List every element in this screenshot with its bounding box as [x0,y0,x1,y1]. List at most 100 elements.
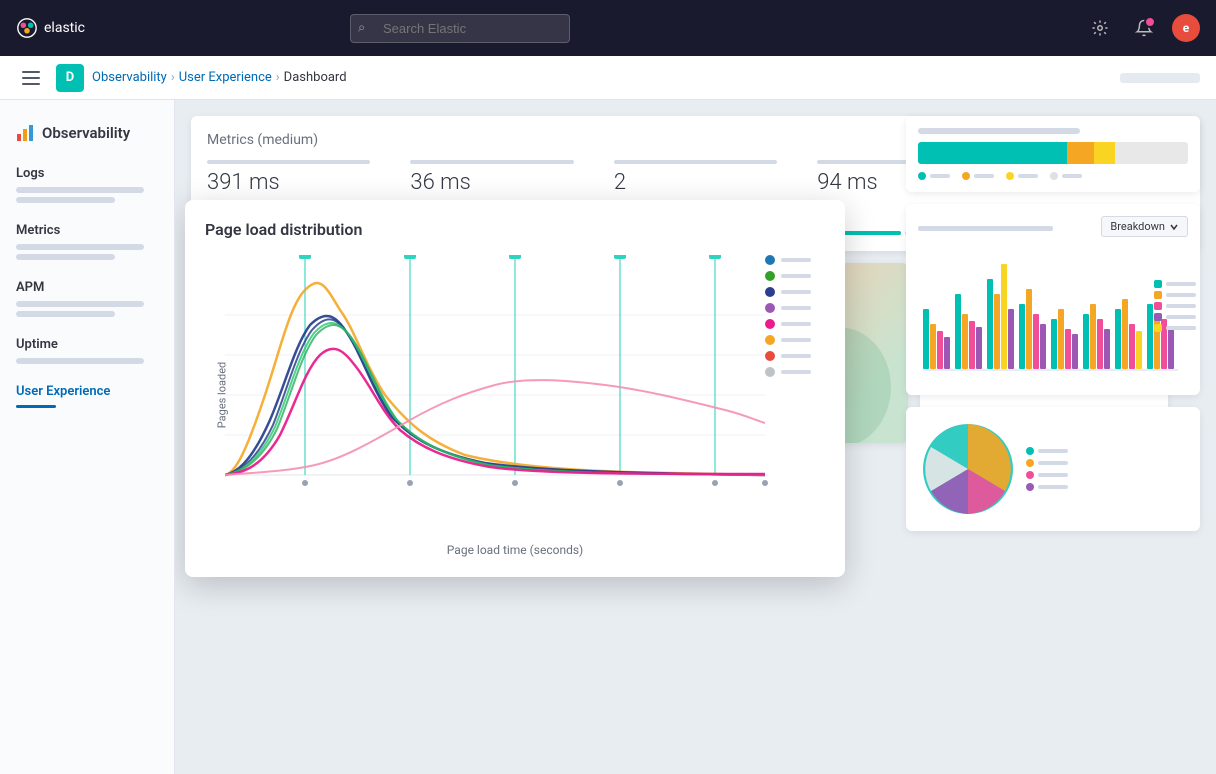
sidebar-metrics-line1 [16,244,144,250]
metric-item-3: 2 [614,160,777,195]
dots-legend [918,172,1188,180]
legend-bar-8 [781,370,811,374]
pld-chart-svg [225,255,805,515]
breadcrumb-observability[interactable]: Observability [92,70,167,85]
top-nav: elastic ⌕ e [0,0,1216,56]
stacked-seg-4 [1115,142,1188,164]
legend-dot-2 [765,271,775,281]
grouped-bar-chart-card: Breakdown [906,204,1200,395]
sidebar-metrics-line2 [16,254,115,260]
sidebar-title: Observability [42,124,130,142]
legend-dot-4 [765,303,775,313]
legend-dot-6 [765,335,775,345]
search-icon: ⌕ [358,21,365,36]
settings-icon-button[interactable] [1084,12,1116,44]
bar-chart-legend [1154,280,1196,332]
main-layout: Observability Logs Metrics APM Uptime Us… [0,100,1216,774]
legend-item-6 [765,335,825,345]
sidebar-uptime-line1 [16,358,144,364]
pld-legend [765,255,825,377]
legend-item-1 [765,255,825,265]
nav-icons: e [1084,12,1200,44]
elastic-logo-icon [16,17,38,39]
sidebar-item-apm[interactable]: APM [0,272,174,329]
legend-item-3 [765,287,825,297]
stacked-bar [918,142,1188,164]
legend-dot-8 [765,367,775,377]
dot-item-1 [918,172,950,180]
breadcrumb-user-experience[interactable]: User Experience [179,70,272,85]
stacked-seg-1 [918,142,1067,164]
stacked-seg-3 [1094,142,1116,164]
legend-dot-7 [765,351,775,361]
legend-dot-5 [765,319,775,329]
metric-item-2: 36 ms [410,160,573,195]
sidebar-uptime-label: Uptime [16,337,158,352]
observability-icon [16,124,34,142]
breadcrumb-dashboard: Dashboard [284,70,347,85]
legend-bar-4 [781,306,811,310]
legend-item-5 [765,319,825,329]
dot-circle-3 [1006,172,1014,180]
content-area: Metrics (medium) 391 ms 36 ms 2 94 ms [175,100,1216,774]
legend-item-2 [765,271,825,281]
breakdown-dropdown[interactable]: Breakdown [1101,216,1188,237]
dot-label-3 [1018,174,1038,178]
chart-header: Breakdown [918,216,1188,241]
dot-label-4 [1062,174,1082,178]
y-axis-label: Pages loaded [216,362,229,428]
sidebar: Observability Logs Metrics APM Uptime Us… [0,100,175,774]
breadcrumb: Observability › User Experience › Dashbo… [92,70,347,85]
dot-item-2 [962,172,994,180]
sidebar-item-user-experience[interactable]: User Experience [0,376,174,416]
card-title-bar [918,128,1080,134]
chart-title-bar [918,226,1053,231]
legend-item-4 [765,303,825,313]
sidebar-apm-line2 [16,311,115,317]
dashboard-badge: D [56,64,84,92]
dot-item-3 [1006,172,1038,180]
sidebar-logs-line1 [16,187,144,193]
elastic-logo[interactable]: elastic [16,17,85,39]
pie-2-legend [1026,447,1068,491]
sidebar-item-logs[interactable]: Logs [0,158,174,215]
search-input[interactable] [350,14,570,43]
metric-bar-3 [614,160,777,164]
hamburger-line [22,71,40,73]
sidebar-user-experience-label: User Experience [16,384,158,399]
breadcrumb-sep: › [171,70,175,85]
pld-chart-area: Pages loaded [205,255,825,535]
metric-value-1: 391 ms [207,170,370,195]
breadcrumb-sep: › [276,70,280,85]
hamburger-line [22,83,40,85]
dot-circle-2 [962,172,970,180]
legend-bar-7 [781,354,811,358]
right-panel: Breakdown [906,100,1216,531]
metric-bar-1 [207,160,370,164]
hamburger-line [22,77,40,79]
bar-chart-svg [918,249,1178,379]
sidebar-item-uptime[interactable]: Uptime [0,329,174,376]
user-avatar[interactable]: e [1172,14,1200,42]
elastic-title: elastic [44,20,85,36]
metric-bar-2 [410,160,573,164]
chevron-down-icon [1169,222,1179,232]
alerts-icon-button[interactable] [1128,12,1160,44]
sidebar-active-indicator [16,405,56,408]
sidebar-header: Observability [0,116,174,158]
dot-label-2 [974,174,994,178]
pie-chart-2-card [906,407,1200,531]
sidebar-apm-label: APM [16,280,158,295]
sidebar-item-metrics[interactable]: Metrics [0,215,174,272]
pld-x-axis-label: Page load time (seconds) [205,543,825,557]
hamburger-button[interactable] [16,62,48,94]
stacked-bar-card [906,116,1200,192]
sidebar-apm-line1 [16,301,144,307]
metric-value-3: 2 [614,170,777,195]
legend-dot-3 [765,287,775,297]
search-bar: ⌕ [350,14,570,43]
dot-item-4 [1050,172,1082,180]
legend-item-8 [765,367,825,377]
stacked-seg-2 [1067,142,1094,164]
pld-title: Page load distribution [205,220,825,239]
